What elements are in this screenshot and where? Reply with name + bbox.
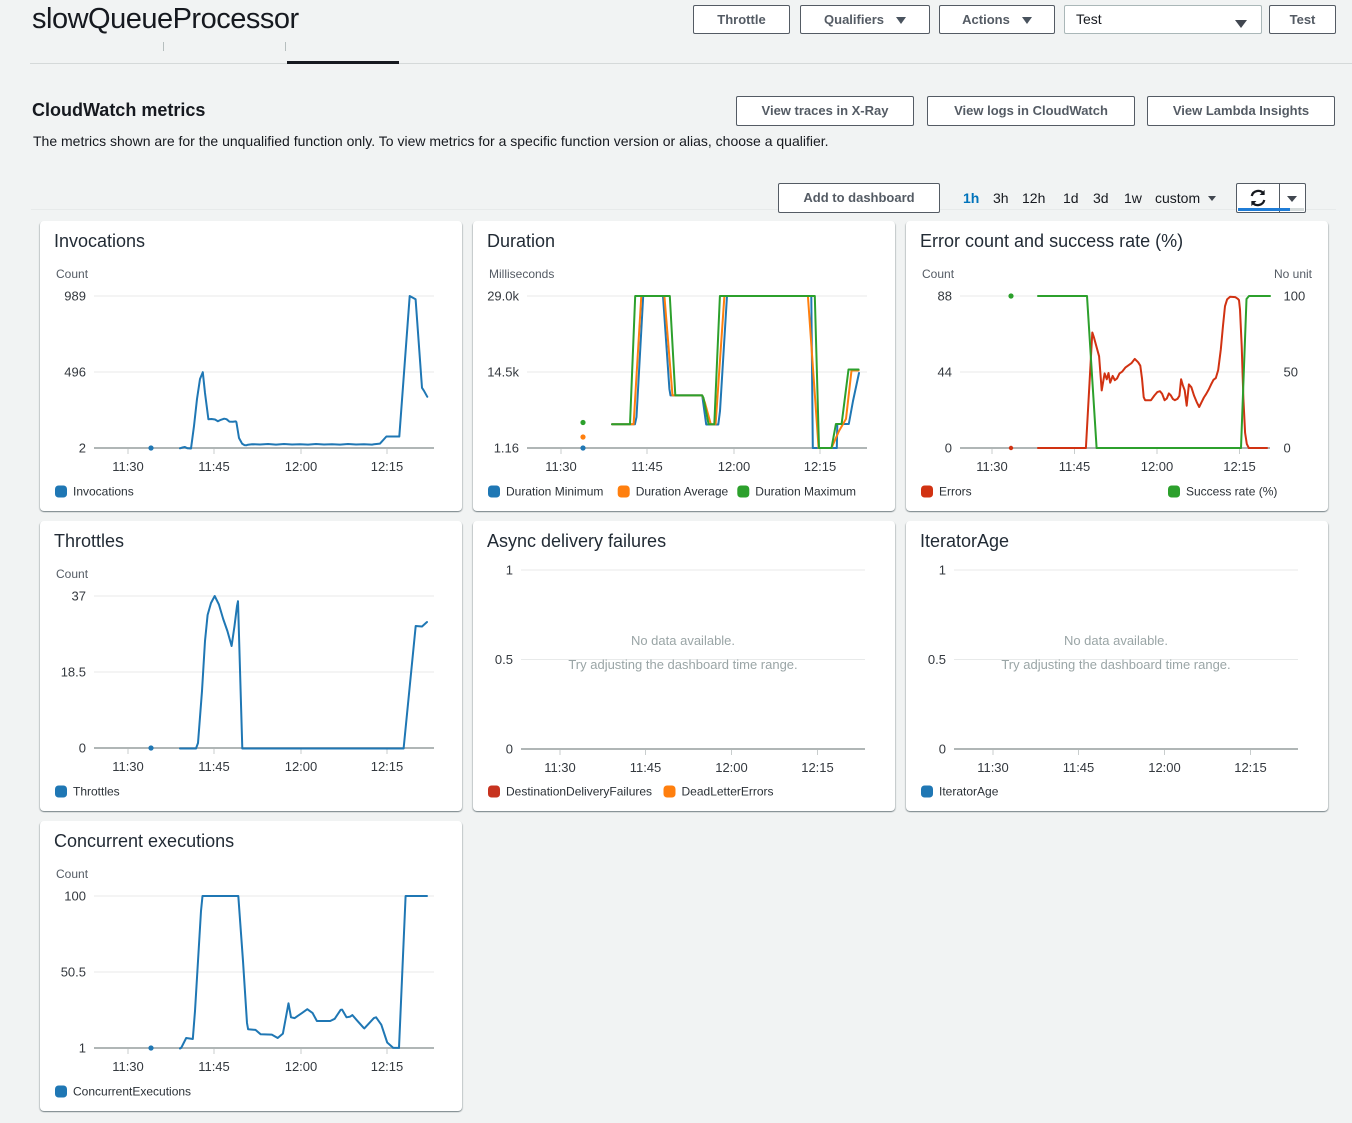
svg-text:0.5: 0.5 bbox=[928, 652, 946, 667]
svg-text:12:15: 12:15 bbox=[804, 459, 837, 474]
svg-text:50: 50 bbox=[1284, 365, 1298, 380]
svg-text:12:15: 12:15 bbox=[801, 760, 834, 775]
svg-text:37: 37 bbox=[72, 589, 86, 604]
svg-text:Invocations: Invocations bbox=[73, 485, 134, 499]
svg-text:ConcurrentExecutions: ConcurrentExecutions bbox=[73, 1085, 191, 1099]
svg-text:IteratorAge: IteratorAge bbox=[939, 785, 999, 799]
svg-text:100: 100 bbox=[1284, 289, 1306, 304]
svg-text:11:45: 11:45 bbox=[1059, 459, 1091, 474]
svg-text:12:00: 12:00 bbox=[285, 1059, 318, 1074]
svg-text:29.0k: 29.0k bbox=[487, 289, 519, 304]
svg-text:989: 989 bbox=[64, 289, 86, 304]
svg-text:0.5: 0.5 bbox=[495, 652, 513, 667]
svg-text:Count: Count bbox=[922, 267, 955, 281]
svg-text:Count: Count bbox=[56, 267, 89, 281]
svg-text:1.16: 1.16 bbox=[494, 441, 519, 456]
svg-text:Invocations: Invocations bbox=[54, 231, 145, 251]
svg-text:18.5: 18.5 bbox=[61, 665, 86, 680]
svg-text:11:30: 11:30 bbox=[977, 760, 1009, 775]
svg-text:1: 1 bbox=[79, 1041, 86, 1056]
svg-text:No data available.: No data available. bbox=[1064, 633, 1168, 648]
svg-text:DeadLetterErrors: DeadLetterErrors bbox=[682, 785, 774, 799]
svg-text:11:45: 11:45 bbox=[1063, 760, 1095, 775]
svg-text:11:30: 11:30 bbox=[112, 759, 144, 774]
svg-text:11:30: 11:30 bbox=[112, 1059, 144, 1074]
svg-text:88: 88 bbox=[938, 289, 952, 304]
svg-text:No unit: No unit bbox=[1274, 267, 1313, 281]
svg-text:Concurrent executions: Concurrent executions bbox=[54, 831, 234, 851]
svg-text:Duration Average: Duration Average bbox=[636, 485, 729, 499]
svg-text:Throttles: Throttles bbox=[54, 531, 124, 551]
svg-text:Errors: Errors bbox=[939, 485, 972, 499]
svg-text:11:30: 11:30 bbox=[544, 760, 576, 775]
svg-text:0: 0 bbox=[1284, 441, 1291, 456]
svg-text:Count: Count bbox=[56, 567, 89, 581]
svg-text:No data available.: No data available. bbox=[631, 633, 735, 648]
svg-text:Duration Minimum: Duration Minimum bbox=[506, 485, 603, 499]
svg-text:50.5: 50.5 bbox=[61, 965, 86, 980]
svg-text:12:00: 12:00 bbox=[1141, 459, 1174, 474]
svg-text:12:15: 12:15 bbox=[1234, 760, 1267, 775]
svg-text:Milliseconds: Milliseconds bbox=[489, 267, 554, 281]
svg-text:IteratorAge: IteratorAge bbox=[920, 531, 1009, 551]
svg-text:496: 496 bbox=[64, 365, 86, 380]
svg-text:14.5k: 14.5k bbox=[487, 365, 519, 380]
svg-text:12:00: 12:00 bbox=[285, 459, 318, 474]
svg-text:12:15: 12:15 bbox=[1223, 459, 1256, 474]
svg-text:12:00: 12:00 bbox=[285, 759, 318, 774]
svg-text:11:45: 11:45 bbox=[631, 459, 663, 474]
svg-text:12:00: 12:00 bbox=[1148, 760, 1181, 775]
svg-text:12:15: 12:15 bbox=[371, 759, 404, 774]
svg-text:12:15: 12:15 bbox=[371, 1059, 404, 1074]
svg-text:Try adjusting the dashboard ti: Try adjusting the dashboard time range. bbox=[1001, 657, 1230, 672]
svg-text:12:15: 12:15 bbox=[371, 459, 404, 474]
svg-text:11:45: 11:45 bbox=[630, 760, 662, 775]
svg-text:Success rate (%): Success rate (%) bbox=[1186, 485, 1277, 499]
svg-text:11:45: 11:45 bbox=[198, 459, 230, 474]
svg-text:Duration Maximum: Duration Maximum bbox=[755, 485, 856, 499]
svg-text:11:30: 11:30 bbox=[545, 459, 577, 474]
svg-text:Error count and success rate (: Error count and success rate (%) bbox=[920, 231, 1183, 251]
svg-text:0: 0 bbox=[945, 441, 952, 456]
svg-text:1: 1 bbox=[506, 563, 513, 578]
svg-text:0: 0 bbox=[506, 742, 513, 757]
svg-text:11:30: 11:30 bbox=[112, 459, 144, 474]
svg-text:1: 1 bbox=[939, 563, 946, 578]
svg-text:11:30: 11:30 bbox=[976, 459, 1008, 474]
svg-text:0: 0 bbox=[939, 742, 946, 757]
svg-text:12:00: 12:00 bbox=[718, 459, 751, 474]
svg-text:Duration: Duration bbox=[487, 231, 555, 251]
svg-text:0: 0 bbox=[79, 741, 86, 756]
svg-text:Try adjusting the dashboard ti: Try adjusting the dashboard time range. bbox=[568, 657, 797, 672]
svg-text:11:45: 11:45 bbox=[198, 1059, 230, 1074]
svg-text:11:45: 11:45 bbox=[198, 759, 230, 774]
svg-text:2: 2 bbox=[79, 441, 86, 456]
svg-text:Count: Count bbox=[56, 867, 89, 881]
svg-text:DestinationDeliveryFailures: DestinationDeliveryFailures bbox=[506, 785, 652, 799]
svg-text:44: 44 bbox=[938, 365, 952, 380]
svg-text:Throttles: Throttles bbox=[73, 785, 120, 799]
svg-text:100: 100 bbox=[64, 889, 86, 904]
svg-text:Async delivery failures: Async delivery failures bbox=[487, 531, 666, 551]
svg-text:12:00: 12:00 bbox=[715, 760, 748, 775]
